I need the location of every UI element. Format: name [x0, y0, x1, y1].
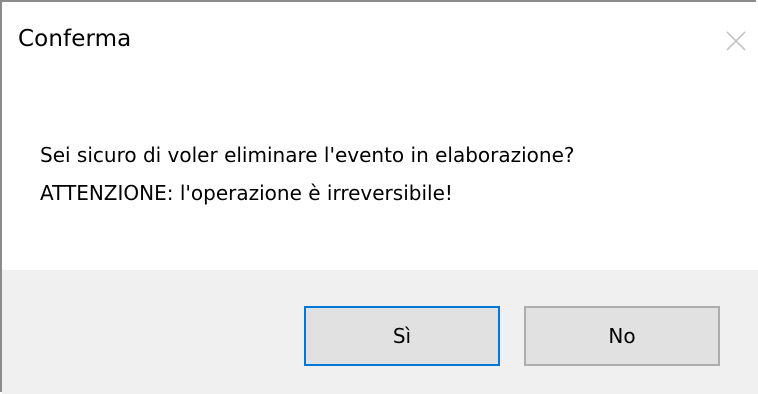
dialog-title: Conferma: [18, 26, 132, 52]
message-line-2: ATTENZIONE: l'operazione è irreversibile…: [40, 181, 453, 205]
message-area: Sei sicuro di voler eliminare l'evento i…: [2, 82, 758, 270]
button-bar: Sì No: [2, 270, 758, 394]
yes-button[interactable]: Sì: [304, 306, 500, 366]
title-bar: Conferma: [2, 2, 758, 82]
no-button[interactable]: No: [524, 306, 720, 366]
message-line-1: Sei sicuro di voler eliminare l'evento i…: [40, 143, 575, 167]
confirm-dialog: Conferma Sei sicuro di voler eliminare l…: [0, 0, 758, 394]
close-icon[interactable]: [724, 29, 748, 53]
